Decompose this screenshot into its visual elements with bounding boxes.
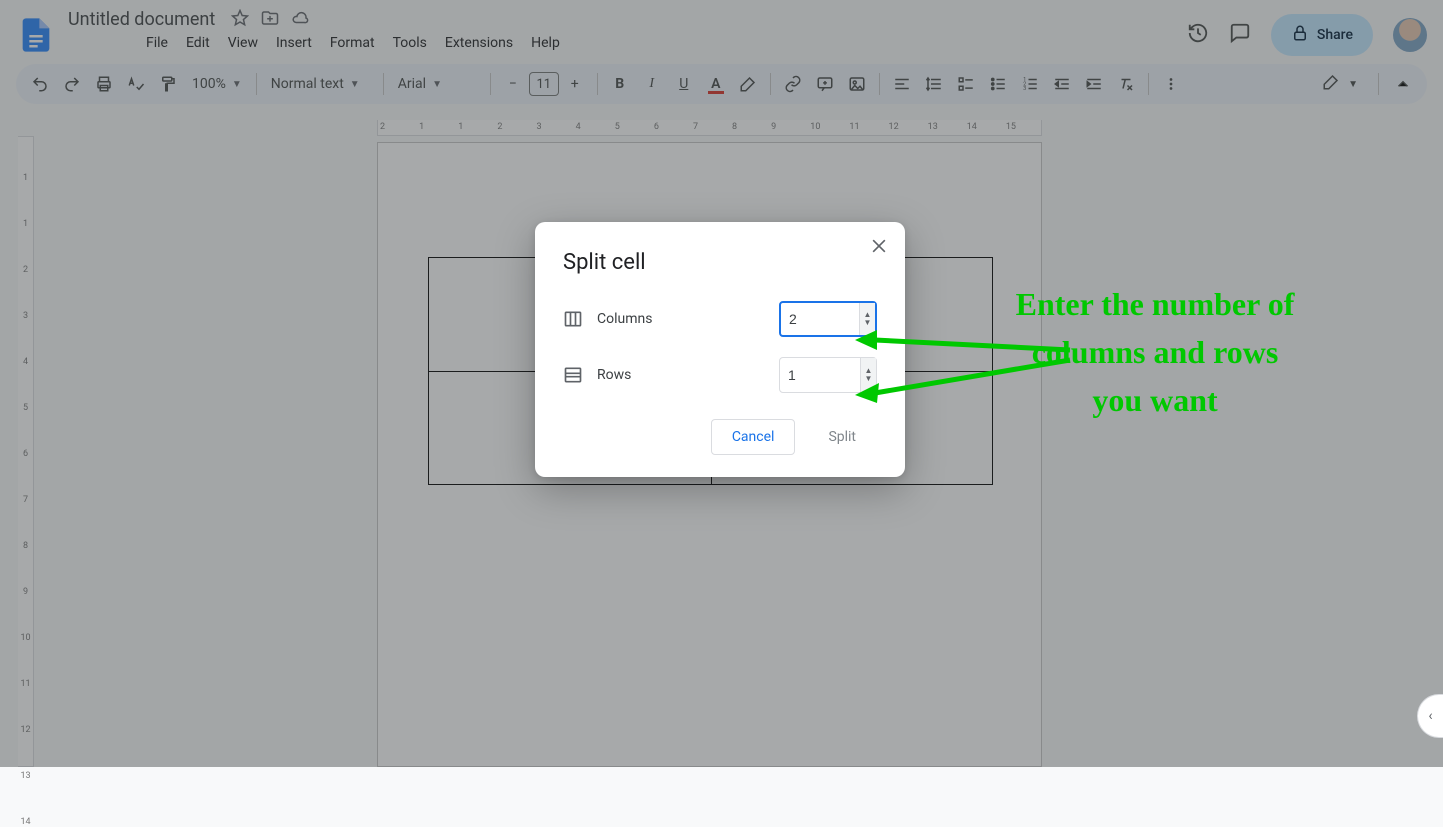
split-cell-dialog: Split cell Columns ▲▼ Rows ▲▼ Cancel Spl… [535,222,905,477]
rows-label: Rows [597,367,765,383]
dialog-title: Split cell [563,250,877,275]
columns-value[interactable] [781,303,859,335]
close-icon[interactable] [869,236,889,260]
split-button[interactable]: Split [807,419,877,455]
columns-icon [563,309,583,329]
annotation-callout: Enter the number of columns and rows you… [1005,280,1305,424]
rows-icon [563,365,583,385]
rows-value[interactable] [780,358,860,392]
cancel-button[interactable]: Cancel [711,419,796,455]
columns-label: Columns [597,311,765,327]
